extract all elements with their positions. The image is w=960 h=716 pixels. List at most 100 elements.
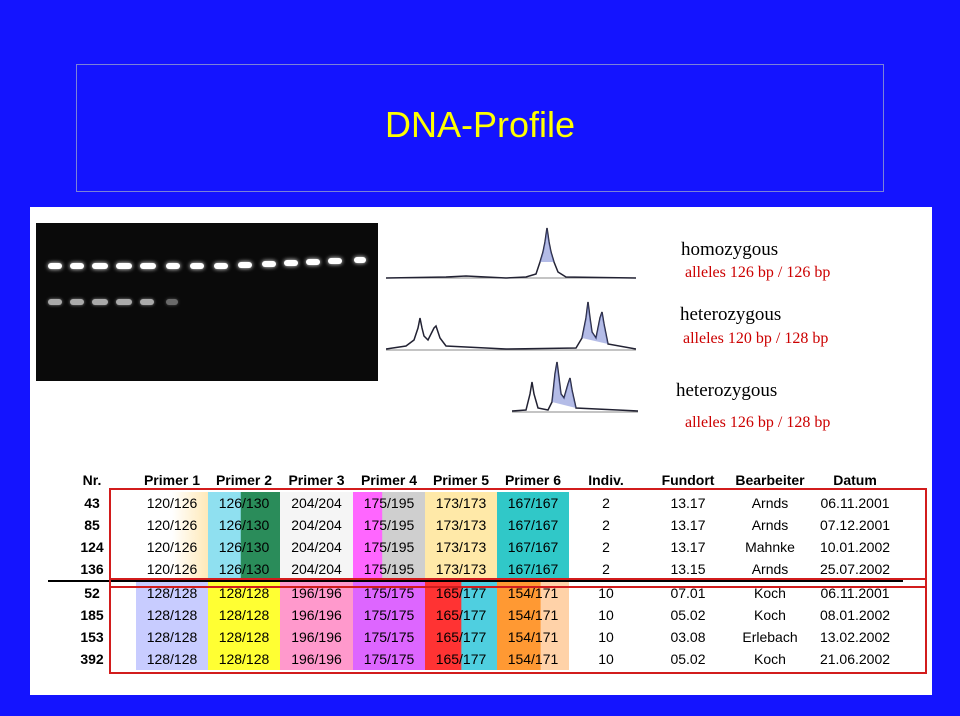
- table-row: 392 128/128 128/128 196/196 175/175 165/177 15…: [48, 648, 903, 670]
- cell-datum: 07.12.2001: [819, 517, 891, 533]
- cell-primer-5: 165/177: [425, 604, 497, 626]
- cell-indiv: 10: [598, 607, 614, 623]
- cell-primer-3: 204/204: [280, 558, 353, 581]
- cell-bearbeiter: Arnds: [751, 561, 789, 577]
- cell-nr: 153: [80, 629, 104, 645]
- cell-fundort: 13.17: [670, 495, 706, 511]
- cell-primer-5: 173/173: [425, 558, 497, 581]
- table-row: 43 120/126 126/130 204/204 175/195 173/173 167…: [48, 492, 903, 514]
- cell-primer-3: 204/204: [280, 514, 353, 536]
- cell-datum: 21.06.2002: [819, 651, 891, 667]
- heterozygous-alleles-2: alleles 126 bp / 128 bp: [685, 414, 831, 431]
- cell-bearbeiter: Koch: [754, 607, 786, 623]
- cell-primer-1: 128/128: [136, 580, 208, 604]
- cell-primer-5: 165/177: [425, 626, 497, 648]
- cell-primer-6: 154/171: [497, 626, 569, 648]
- cell-fundort: 07.01: [643, 580, 733, 604]
- table-row: 85 120/126 126/130 204/204 175/195 173/173 167…: [48, 514, 903, 536]
- cell-primer-4: 175/195: [353, 492, 425, 514]
- cell-fundort: 05.02: [670, 607, 706, 623]
- header-bearbeiter: Bearbeiter: [735, 471, 805, 488]
- header-nr: Nr.: [82, 471, 102, 488]
- table-row: 52 128/128 128/128 196/196 175/175 165/177 154…: [48, 580, 903, 604]
- heterozygous-label-2: heterozygous: [676, 380, 778, 401]
- cell-primer-6: 167/167: [497, 492, 569, 514]
- cell-primer-4: 175/195: [353, 536, 425, 558]
- table-row: 153 128/128 128/128 196/196 175/175 165/177 15…: [48, 626, 903, 648]
- cell-fundort: 05.02: [670, 651, 706, 667]
- cell-primer-6: 167/167: [497, 558, 569, 581]
- cell-nr: 392: [80, 651, 104, 667]
- cell-datum: 08.01.2002: [819, 607, 891, 623]
- cell-primer-3: 196/196: [280, 580, 353, 604]
- cell-fundort: 13.17: [670, 517, 706, 533]
- cell-indiv: 10: [598, 651, 614, 667]
- cell-primer-5: 173/173: [425, 536, 497, 558]
- cell-nr: 85: [84, 517, 100, 533]
- cell-nr: 185: [80, 607, 104, 623]
- heterozygous-label-1: heterozygous: [680, 304, 782, 325]
- cell-primer-1: 120/126: [136, 514, 208, 536]
- cell-primer-4: 175/175: [353, 648, 425, 670]
- profile-table: Nr. Primer 1 Primer 2 Primer 3 Primer 4 …: [48, 467, 903, 670]
- cell-primer-1: 128/128: [136, 648, 208, 670]
- table-row: 124 120/126 126/130 204/204 175/195 173/173 16…: [48, 536, 903, 558]
- header-datum: Datum: [833, 471, 877, 488]
- cell-primer-1: 128/128: [136, 604, 208, 626]
- cell-primer-4: 175/175: [353, 626, 425, 648]
- cell-primer-1: 128/128: [136, 626, 208, 648]
- table-row: 136 120/126 126/130 204/204 175/195 173/173 16…: [48, 558, 903, 581]
- cell-nr: 136: [80, 561, 104, 577]
- homozygous-alleles: alleles 126 bp / 126 bp: [685, 264, 831, 281]
- cell-primer-4: 175/175: [353, 604, 425, 626]
- cell-primer-5: 173/173: [425, 514, 497, 536]
- homozygous-label: homozygous: [681, 239, 779, 260]
- cell-nr: 43: [84, 495, 100, 511]
- cell-indiv: 10: [598, 629, 614, 645]
- cell-nr: 52: [48, 580, 136, 604]
- cell-primer-2: 128/128: [208, 648, 280, 670]
- cell-primer-6: 167/167: [497, 536, 569, 558]
- cell-bearbeiter: Mahnke: [745, 539, 795, 555]
- header-primer-4: Primer 4: [360, 471, 418, 488]
- cell-datum: 25.07.2002: [819, 561, 891, 577]
- cell-bearbeiter: Erlebach: [742, 629, 798, 645]
- heterozygous-trace-2: [512, 361, 638, 413]
- cell-primer-2: 128/128: [208, 580, 280, 604]
- cell-primer-6: 154/171: [497, 648, 569, 670]
- cell-primer-3: 204/204: [280, 492, 353, 514]
- header-fundort: Fundort: [661, 471, 715, 488]
- cell-primer-3: 196/196: [280, 648, 353, 670]
- header-primer-1: Primer 1: [143, 471, 201, 488]
- cell-datum: 13.02.2002: [819, 629, 891, 645]
- cell-bearbeiter: Koch: [754, 651, 786, 667]
- cell-fundort: 13.17: [670, 539, 706, 555]
- cell-nr: 124: [80, 539, 104, 555]
- cell-primer-6: 154/171: [497, 604, 569, 626]
- cell-bearbeiter: Koch: [733, 580, 807, 604]
- table-header-row: Nr. Primer 1 Primer 2 Primer 3 Primer 4 …: [48, 467, 903, 492]
- cell-bearbeiter: Arnds: [751, 495, 789, 511]
- cell-primer-5: 165/177: [425, 648, 497, 670]
- cell-primer-2: 126/130: [208, 514, 280, 536]
- cell-primer-6: 154/171: [497, 580, 569, 604]
- cell-primer-1: 120/126: [136, 536, 208, 558]
- heterozygous-trace-1: [386, 301, 636, 351]
- cell-datum: 06.11.2001: [820, 495, 890, 511]
- heterozygous-alleles-1: alleles 120 bp / 128 bp: [683, 330, 829, 347]
- cell-bearbeiter: Arnds: [751, 517, 789, 533]
- header-primer-3: Primer 3: [288, 471, 345, 488]
- gel-image: [36, 223, 378, 381]
- cell-primer-5: 165/177: [425, 580, 497, 604]
- table-row: 185 128/128 128/128 196/196 175/175 165/177 15…: [48, 604, 903, 626]
- cell-indiv: 2: [602, 539, 610, 555]
- cell-primer-2: 126/130: [208, 536, 280, 558]
- cell-datum: 06.11.2001: [807, 580, 903, 604]
- header-primer-5: Primer 5: [432, 471, 490, 488]
- header-indiv: Indiv.: [588, 471, 624, 488]
- cell-primer-4: 175/195: [353, 558, 425, 581]
- cell-indiv: 10: [569, 580, 643, 604]
- cell-primer-4: 175/175: [353, 580, 425, 604]
- slide-title: DNA-Profile: [384, 104, 576, 145]
- cell-primer-3: 196/196: [280, 604, 353, 626]
